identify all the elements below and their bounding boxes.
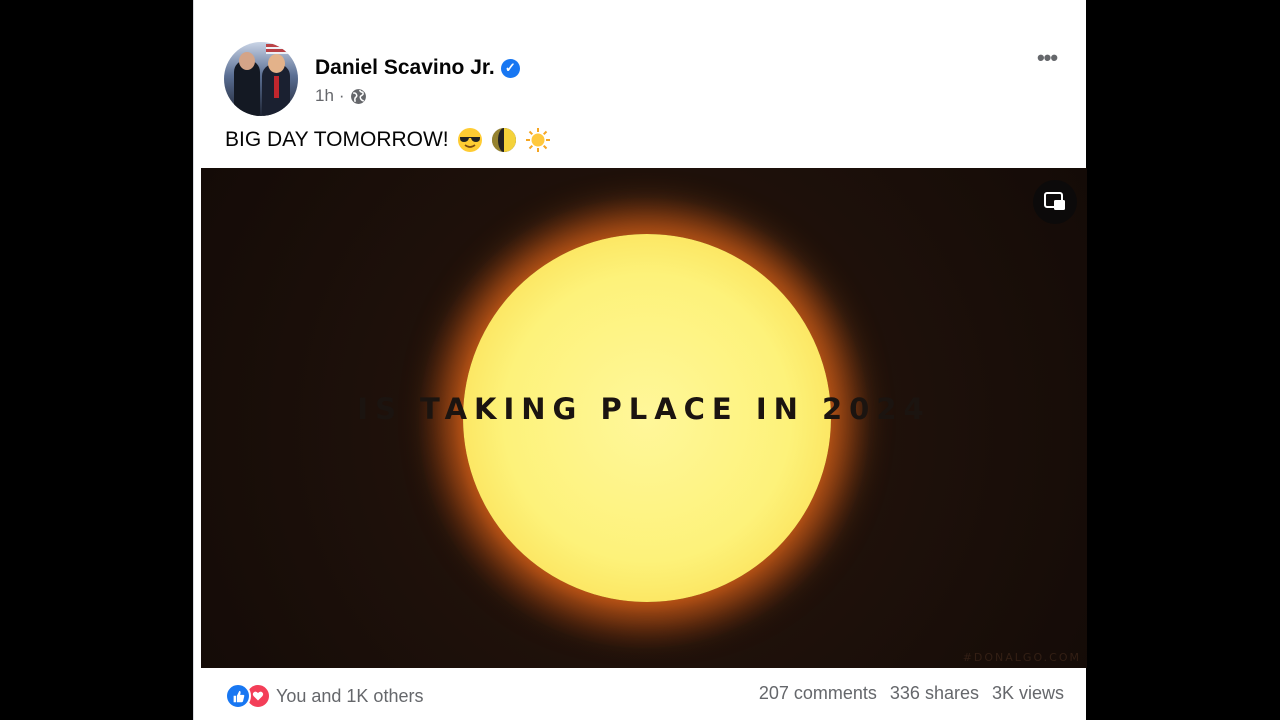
post-video[interactable]: IS TAKING PLACE IN 2024 #DONALGO.COM xyxy=(201,168,1087,668)
author-name-row: Daniel Scavino Jr. ✓ xyxy=(315,56,520,80)
meta-separator: · xyxy=(338,86,345,105)
globe-icon[interactable] xyxy=(350,88,367,105)
views-count: 3K views xyxy=(991,683,1064,703)
author-name[interactable]: Daniel Scavino Jr. xyxy=(315,56,495,80)
post-footer: You and 1K others 207 comments 336 share… xyxy=(225,683,1064,709)
post-text-row: BIG DAY TOMORROW! xyxy=(225,127,551,153)
post-meta: 1h · xyxy=(315,86,367,106)
moon-emoji-icon xyxy=(491,127,517,153)
sunglasses-emoji-icon xyxy=(457,127,483,153)
picture-in-picture-icon[interactable] xyxy=(1033,180,1077,224)
like-icon xyxy=(225,683,251,709)
post-text: BIG DAY TOMORROW! xyxy=(225,128,449,151)
video-caption: IS TAKING PLACE IN 2024 xyxy=(357,392,931,426)
video-watermark: #DONALGO.COM xyxy=(962,651,1081,664)
post-timestamp[interactable]: 1h xyxy=(315,86,334,106)
author-avatar[interactable] xyxy=(224,42,298,116)
post-stats: 207 comments 336 shares 3K views xyxy=(759,683,1064,704)
comments-count[interactable]: 207 comments xyxy=(759,683,877,704)
verified-badge-icon: ✓ xyxy=(500,58,520,78)
sun-emoji-icon xyxy=(525,127,551,153)
shares-count[interactable]: 336 shares xyxy=(890,683,979,704)
reactions-text[interactable]: You and 1K others xyxy=(276,686,423,707)
reactions-summary[interactable]: You and 1K others xyxy=(225,683,423,709)
post-card: Daniel Scavino Jr. ✓ 1h · ••• BIG DAY TO… xyxy=(193,0,1087,720)
more-options-button[interactable]: ••• xyxy=(1032,44,1062,72)
